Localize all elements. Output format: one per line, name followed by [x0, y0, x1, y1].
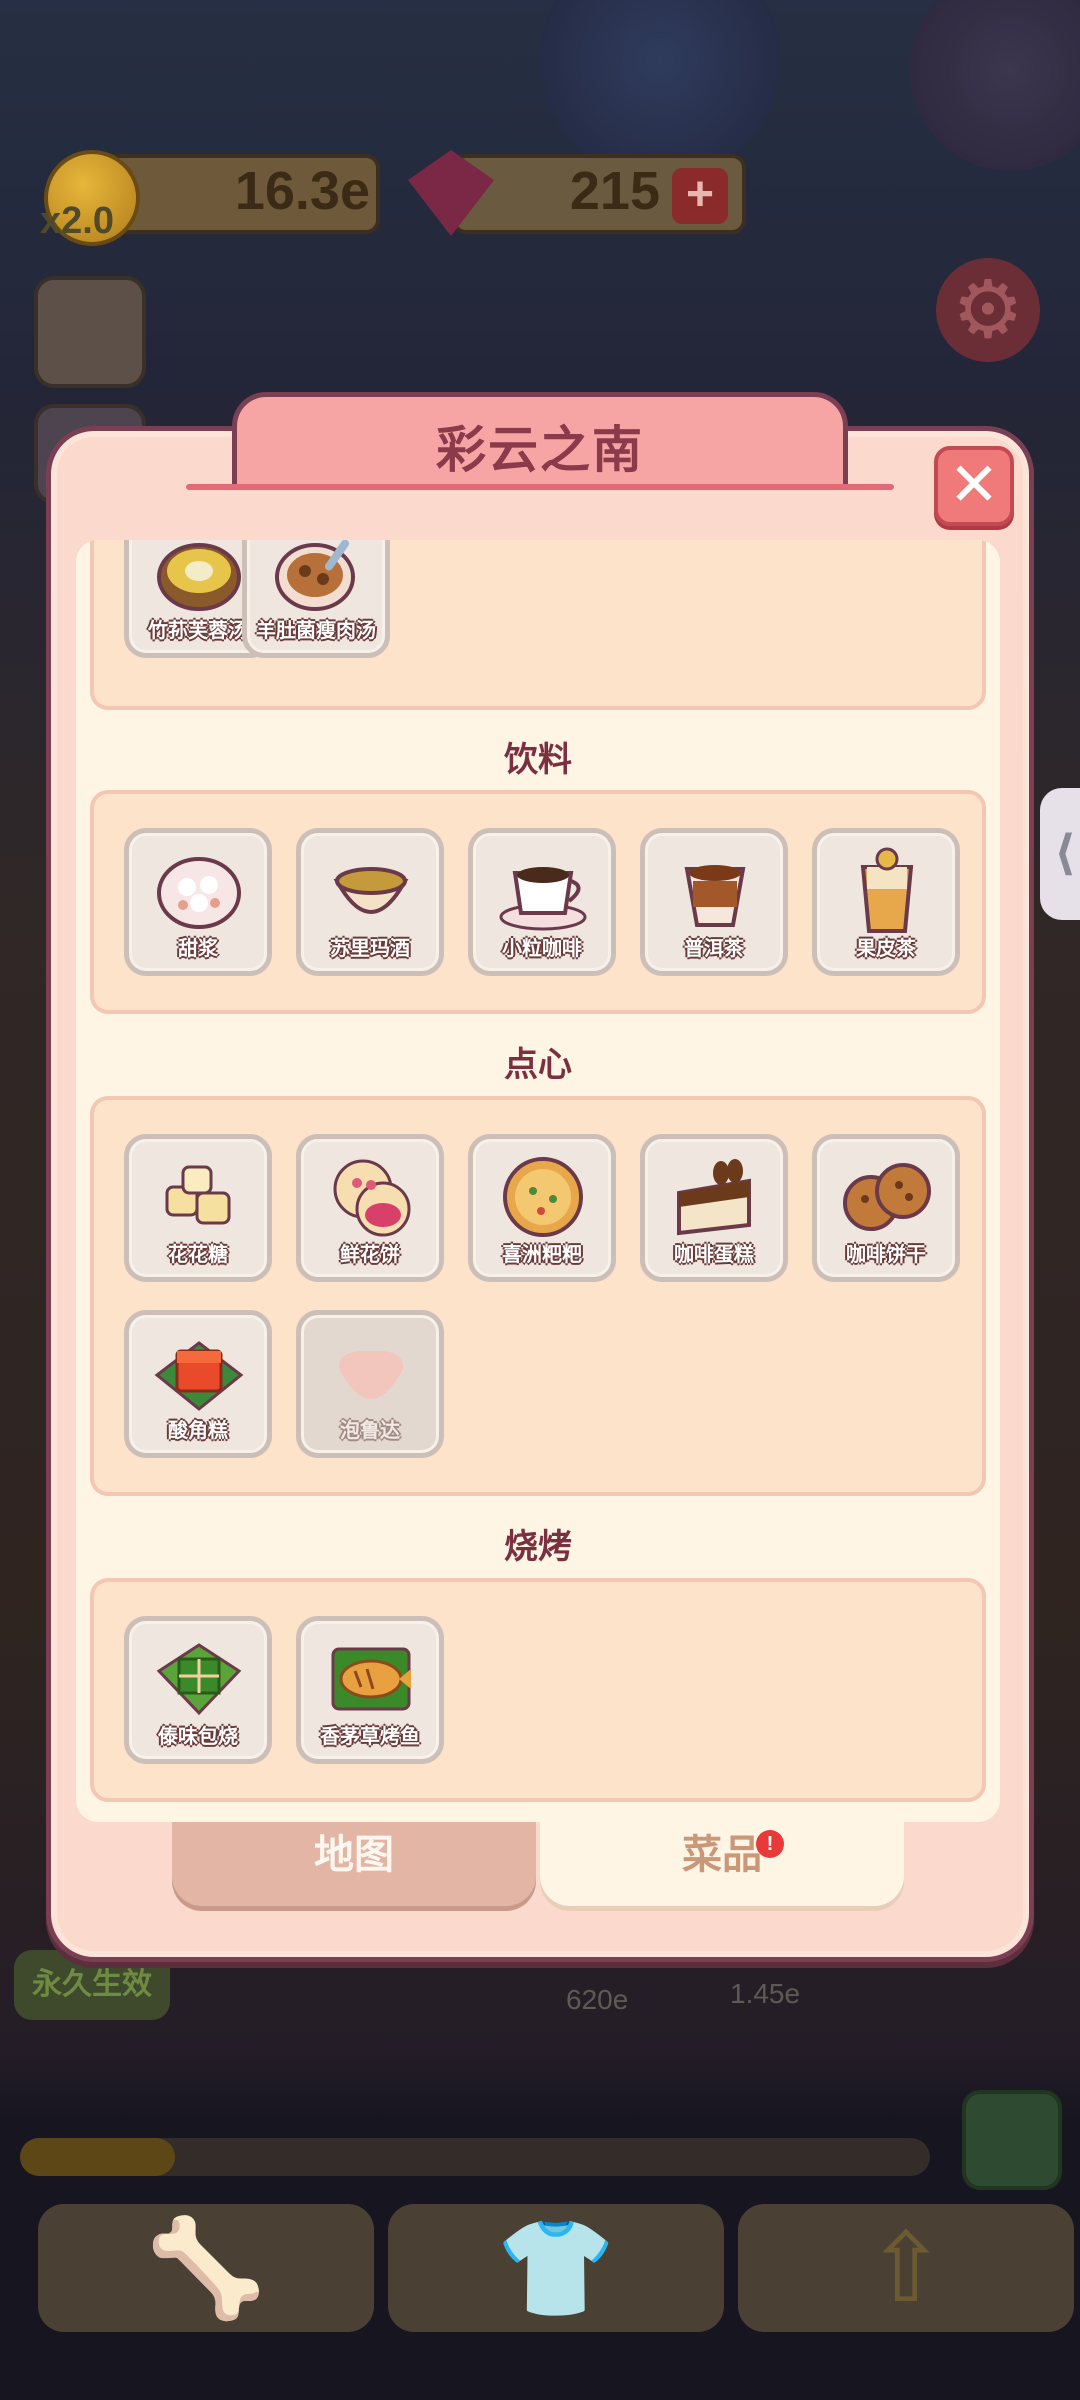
dish-name: 咖啡饼干 — [846, 1242, 926, 1266]
dish-name: 香茅草烤鱼 — [320, 1724, 420, 1748]
flatbread-icon — [503, 1157, 583, 1237]
modal-title: 彩云之南 — [436, 421, 644, 479]
category-title-bbq: 烧烤 — [504, 1527, 572, 1567]
dish-item[interactable]: 咖啡蛋糕 — [640, 1134, 788, 1282]
dish-item[interactable]: 羊肚菌瘦肉汤 — [242, 540, 390, 658]
dish-name: 喜洲粑粑 — [502, 1242, 582, 1266]
candy-icon — [165, 1165, 231, 1225]
add-gems-button[interactable]: + — [672, 168, 728, 224]
dish-name: 傣味包烧 — [158, 1724, 238, 1748]
dish-name: 果皮茶 — [856, 936, 916, 960]
tab-dishes[interactable]: 菜品 — [540, 1822, 904, 1906]
soup-bowl-icon — [157, 543, 241, 611]
dish-name: 普洱茶 — [684, 936, 744, 960]
price-label: 620e — [566, 1984, 629, 2015]
locked-dish-icon — [338, 1350, 404, 1399]
dish-item[interactable]: 小粒咖啡 — [468, 828, 616, 976]
recipe-book-icon[interactable] — [962, 2090, 1062, 2190]
shop-icon[interactable] — [34, 276, 146, 388]
bone-icon[interactable]: 🦴 — [38, 2204, 374, 2332]
tea-cup-icon — [684, 865, 746, 927]
dish-name: 苏里玛酒 — [330, 936, 410, 960]
fruit-tea-icon — [860, 847, 914, 933]
price-label: 1.45e — [730, 1978, 801, 2009]
progress-fill — [20, 2138, 175, 2176]
dish-item[interactable]: 喜洲粑粑 — [468, 1134, 616, 1282]
dish-item[interactable]: 果皮茶 — [812, 828, 960, 976]
sweet-soup-icon — [157, 857, 241, 929]
dish-name: 鲜花饼 — [340, 1242, 400, 1266]
coin-value: 16.3e — [234, 161, 370, 221]
dish-item[interactable]: 苏里玛酒 — [296, 828, 444, 976]
soup-spoon-icon — [275, 540, 355, 611]
dish-name: 甜浆 — [178, 936, 218, 960]
gem-value: 215 — [569, 161, 660, 221]
tab-map[interactable]: 地图 — [172, 1822, 536, 1906]
grilled-fish-icon — [331, 1647, 411, 1711]
shirt-icon[interactable]: 👕 — [388, 2204, 724, 2332]
progress-bar — [20, 2138, 930, 2176]
dish-name: 花花糖 — [168, 1242, 228, 1266]
dish-item-locked[interactable]: 泡鲁达 — [296, 1310, 444, 1458]
dish-item[interactable]: 咖啡饼干 — [812, 1134, 960, 1282]
leaf-wrap-icon — [156, 1643, 242, 1716]
cookie-icon — [843, 1163, 931, 1231]
close-button[interactable]: ✕ — [934, 446, 1014, 526]
category-title-snacks: 点心 — [504, 1045, 572, 1085]
coffee-cake-icon — [677, 1159, 751, 1236]
coffee-cup-icon — [499, 867, 587, 931]
settings-gear-icon[interactable]: ⚙ — [936, 258, 1040, 362]
dish-item[interactable]: 傣味包烧 — [124, 1616, 272, 1764]
dish-item[interactable]: 花花糖 — [124, 1134, 272, 1282]
dish-name: 泡鲁达 — [340, 1418, 400, 1442]
notification-badge: ! — [756, 1830, 784, 1858]
dish-item[interactable]: 香茅草烤鱼 — [296, 1616, 444, 1764]
dish-item[interactable]: 普洱茶 — [640, 828, 788, 976]
dish-name: 羊肚菌瘦肉汤 — [256, 618, 376, 642]
dish-item[interactable]: 甜浆 — [124, 828, 272, 976]
dish-name: 咖啡蛋糕 — [674, 1242, 754, 1266]
dish-item[interactable]: 酸角糕 — [124, 1310, 272, 1458]
side-panel-chevron-icon[interactable]: ⟨ — [1040, 788, 1080, 920]
dish-list[interactable]: 饮料 点心 烧烤 竹荪芙蓉汤 羊肚菌瘦肉汤 甜浆 苏里玛酒 小粒咖啡 普洱茶 果… — [76, 540, 1000, 1822]
dish-item[interactable]: 鲜花饼 — [296, 1134, 444, 1282]
wine-bowl-icon — [333, 867, 409, 914]
dish-name: 小粒咖啡 — [502, 936, 582, 960]
category-title-drinks: 饮料 — [504, 740, 572, 780]
flower-cake-icon — [333, 1159, 411, 1237]
title-underline — [186, 484, 894, 490]
coin-multiplier: x2.0 — [40, 200, 114, 242]
jelly-cake-icon — [154, 1341, 244, 1411]
dish-name: 酸角糕 — [168, 1418, 228, 1442]
upgrade-arrow-icon[interactable]: ⇧ — [738, 2204, 1074, 2332]
